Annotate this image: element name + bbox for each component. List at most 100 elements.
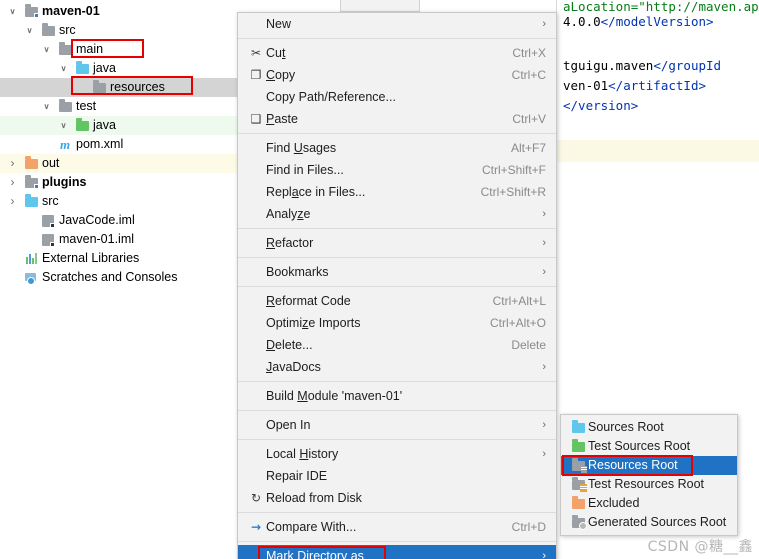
tree-row-src[interactable]: ∨ src (0, 21, 237, 40)
submenu-item-excluded[interactable]: Excluded (561, 494, 737, 513)
menu-separator (238, 381, 556, 382)
tree-row-java[interactable]: ∨ java (0, 116, 237, 135)
menu-item-find-usages[interactable]: Find Usages Alt+F7 (238, 137, 556, 159)
submenu-item-resources-root[interactable]: Resources Root (561, 456, 737, 475)
tree-row-java[interactable]: ∨ java (0, 59, 237, 78)
menu-item-reload-from-disk[interactable]: ↻ Reload from Disk (238, 487, 556, 509)
menu-item-open-in[interactable]: Open In › (238, 414, 556, 436)
tree-item-label: resources (110, 80, 165, 94)
menu-item-shortcut: Ctrl+X (512, 46, 546, 60)
resources-badge (580, 465, 587, 473)
menu-item-delete[interactable]: Delete... Delete (238, 334, 556, 356)
chevron-down-icon[interactable]: ∨ (58, 59, 69, 78)
menu-item-label: JavaDocs (266, 360, 321, 374)
submenu-item-label: Test Resources Root (588, 477, 705, 491)
tree-row-resources[interactable]: resources (0, 78, 237, 97)
chevron-right-icon: › (542, 266, 546, 278)
menu-item-repair-ide[interactable]: Repair IDE (238, 465, 556, 487)
tree-row-pom-xml[interactable]: m pom.xml (0, 135, 237, 154)
chevron-right-icon: › (542, 237, 546, 249)
chevron-down-icon[interactable]: ∨ (41, 40, 52, 59)
menu-item-shortcut: Ctrl+Shift+F (481, 163, 546, 177)
tree-row-javacode-iml[interactable]: JavaCode.iml (0, 211, 237, 230)
menu-separator (238, 257, 556, 258)
menu-item-mark-directory-as[interactable]: Mark Directory as › (238, 545, 556, 559)
menu-item-new[interactable]: New › (238, 13, 556, 35)
tree-row-src[interactable]: › src (0, 192, 237, 211)
tree-row-external-libraries[interactable]: External Libraries (0, 249, 237, 268)
chevron-right-icon: › (542, 18, 546, 30)
chevron-right-icon[interactable]: › (7, 192, 18, 211)
submenu-item-label: Sources Root (588, 420, 664, 434)
menu-item-javadocs[interactable]: JavaDocs › (238, 356, 556, 378)
editor-line: </version> (563, 98, 639, 113)
menu-item-find-in-files[interactable]: Find in Files... Ctrl+Shift+F (238, 159, 556, 181)
chevron-right-icon[interactable]: › (7, 173, 18, 192)
tree-item-label: out (42, 156, 60, 170)
menu-item-label: Reload from Disk (266, 491, 362, 505)
menu-item-analyze[interactable]: Analyze › (238, 203, 556, 225)
maven-m-icon: m (59, 137, 71, 152)
submenu-item-sources-root[interactable]: Sources Root (561, 418, 737, 437)
menu-item-compare-with[interactable]: → Compare With... Ctrl+D (238, 516, 556, 538)
folder-orange-icon (571, 496, 585, 509)
menu-item-label: New (266, 17, 292, 31)
menu-item-paste[interactable]: ❑ Paste Ctrl+V (238, 108, 556, 130)
menu-item-label: Copy Path/Reference... (266, 90, 396, 104)
tree-row-test[interactable]: ∨ test (0, 97, 237, 116)
folder-blue-icon (571, 420, 585, 433)
tree-item-label: plugins (42, 175, 87, 189)
menu-item-label: Reformat Code (266, 294, 351, 308)
menu-item-label: Delete... (266, 338, 313, 352)
menu-item-optimize-imports[interactable]: Optimize Imports Ctrl+Alt+O (238, 312, 556, 334)
tree-row-maven-01-iml[interactable]: maven-01.iml (0, 230, 237, 249)
menu-item-label: Repair IDE (266, 469, 328, 483)
menu-item-label: Analyze (266, 207, 311, 221)
tree-item-label: java (93, 61, 116, 75)
folder-blue-icon (75, 61, 89, 74)
menu-item-cut[interactable]: ✂ Cut Ctrl+X (238, 42, 556, 64)
menu-item-copy-path-reference[interactable]: Copy Path/Reference... (238, 86, 556, 108)
menu-item-reformat-code[interactable]: Reformat Code Ctrl+Alt+L (238, 290, 556, 312)
menu-item-label: Build Module 'maven-01' (266, 389, 403, 403)
project-tree-panel[interactable]: ∨ maven-01 ∨ src ∨ main ∨ java resources ∨ test ∨ ja… (0, 0, 237, 559)
tree-row-plugins[interactable]: › plugins (0, 173, 237, 192)
menu-item-copy[interactable]: ❐ Copy Ctrl+C (238, 64, 556, 86)
chevron-right-icon[interactable]: › (7, 154, 18, 173)
menu-separator (238, 38, 556, 39)
menu-item-shortcut: Ctrl+D (511, 520, 546, 534)
tree-row-out[interactable]: › out (0, 154, 237, 173)
clipboard-icon: ❑ (250, 112, 262, 126)
chevron-down-icon[interactable]: ∨ (58, 116, 69, 135)
tree-row-maven-01[interactable]: ∨ maven-01 (0, 2, 237, 21)
menu-separator (238, 439, 556, 440)
submenu-item-generated-sources-root[interactable]: Generated Sources Root (561, 513, 737, 532)
menu-item-refactor[interactable]: Refactor › (238, 232, 556, 254)
menu-item-label: Mark Directory as (266, 549, 364, 559)
menu-item-build-module-maven-01[interactable]: Build Module 'maven-01' (238, 385, 556, 407)
menu-item-shortcut: Ctrl+C (511, 68, 546, 82)
folder-gray-icon (92, 80, 106, 93)
chevron-right-icon: › (542, 550, 546, 559)
menu-item-label: Bookmarks (266, 265, 329, 279)
chevron-down-icon[interactable]: ∨ (41, 97, 52, 116)
tree-row-main[interactable]: ∨ main (0, 40, 237, 59)
mark-directory-as-submenu[interactable]: Sources Root Test Sources Root Resources R… (560, 414, 738, 536)
module-folder-icon (24, 4, 39, 18)
menu-item-replace-in-files[interactable]: Replace in Files... Ctrl+Shift+R (238, 181, 556, 203)
menu-separator (238, 512, 556, 513)
tree-row-scratches-and-consoles[interactable]: Scratches and Consoles (0, 268, 237, 287)
menu-item-local-history[interactable]: Local History › (238, 443, 556, 465)
tree-item-label: pom.xml (76, 137, 124, 151)
menu-item-bookmarks[interactable]: Bookmarks › (238, 261, 556, 283)
tree-item-label: maven-01.iml (59, 232, 135, 246)
menu-item-label: Compare With... (266, 520, 357, 534)
chevron-right-icon: › (542, 448, 546, 460)
chevron-down-icon[interactable]: ∨ (7, 2, 18, 21)
context-menu[interactable]: New › ✂ Cut Ctrl+X ❐ Copy Ctrl+C Copy Path/Refer… (237, 12, 557, 559)
screenshot-root: ∨ maven-01 ∨ src ∨ main ∨ java resources ∨ test ∨ ja… (0, 0, 759, 559)
folder-resources-icon (571, 458, 587, 473)
chevron-down-icon[interactable]: ∨ (24, 21, 35, 40)
submenu-item-test-resources-root[interactable]: Test Resources Root (561, 475, 737, 494)
submenu-item-test-sources-root[interactable]: Test Sources Root (561, 437, 737, 456)
